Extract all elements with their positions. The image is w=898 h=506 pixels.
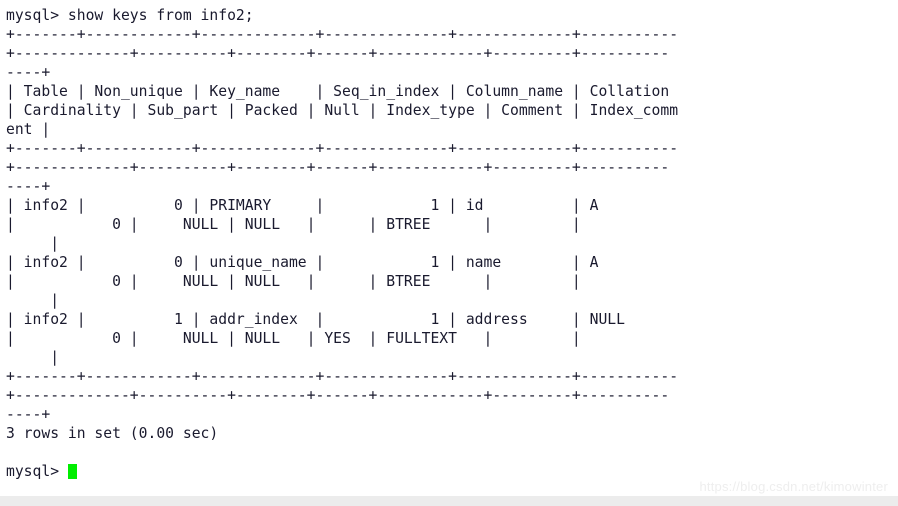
table-row-cont: | 0 | NULL | NULL | | BTREE | |	[6, 216, 581, 233]
table-row: | info2 | 0 | PRIMARY | 1 | id | A	[6, 197, 599, 214]
table-separator-mid-wrap: ----+	[6, 178, 51, 195]
terminal-window[interactable]: mysql> show keys from info2; +-------+--…	[0, 0, 898, 496]
table-separator-bottom-wrap: ----+	[6, 406, 51, 423]
table-header-part2: | Cardinality | Sub_part | Packed | Null…	[6, 102, 679, 119]
table-separator-bottom-part2: +-------------+----------+--------+-----…	[6, 387, 670, 404]
table-separator-top-part1: +-------+------------+-------------+----…	[6, 26, 679, 43]
table-separator-top-wrap: ----+	[6, 64, 51, 81]
command-input-line: mysql> show keys from info2;	[6, 7, 254, 24]
table-row-wrap: |	[6, 235, 60, 252]
result-summary: 3 rows in set (0.00 sec)	[6, 425, 219, 442]
table-row-cont: | 0 | NULL | NULL | YES | FULLTEXT | |	[6, 330, 581, 347]
text-cursor	[67, 464, 77, 479]
bottom-strip	[0, 496, 898, 506]
table-separator-top-part2: +-------------+----------+--------+-----…	[6, 45, 670, 62]
table-row: | info2 | 1 | addr_index | 1 | address |…	[6, 311, 625, 328]
table-header-part1: | Table | Non_unique | Key_name | Seq_in…	[6, 83, 670, 100]
table-header-wrap: ent |	[6, 121, 51, 138]
table-row-wrap: |	[6, 349, 60, 366]
watermark-text: https://blog.csdn.net/kimowinter	[699, 479, 888, 494]
table-separator-bottom-part1: +-------+------------+-------------+----…	[6, 368, 679, 385]
table-separator-mid-part2: +-------------+----------+--------+-----…	[6, 159, 670, 176]
shell-prompt: mysql>	[6, 463, 68, 480]
table-row-cont: | 0 | NULL | NULL | | BTREE | |	[6, 273, 581, 290]
table-row-wrap: |	[6, 292, 60, 309]
table-row: | info2 | 0 | unique_name | 1 | name | A	[6, 254, 599, 271]
table-separator-mid-part1: +-------+------------+-------------+----…	[6, 140, 679, 157]
